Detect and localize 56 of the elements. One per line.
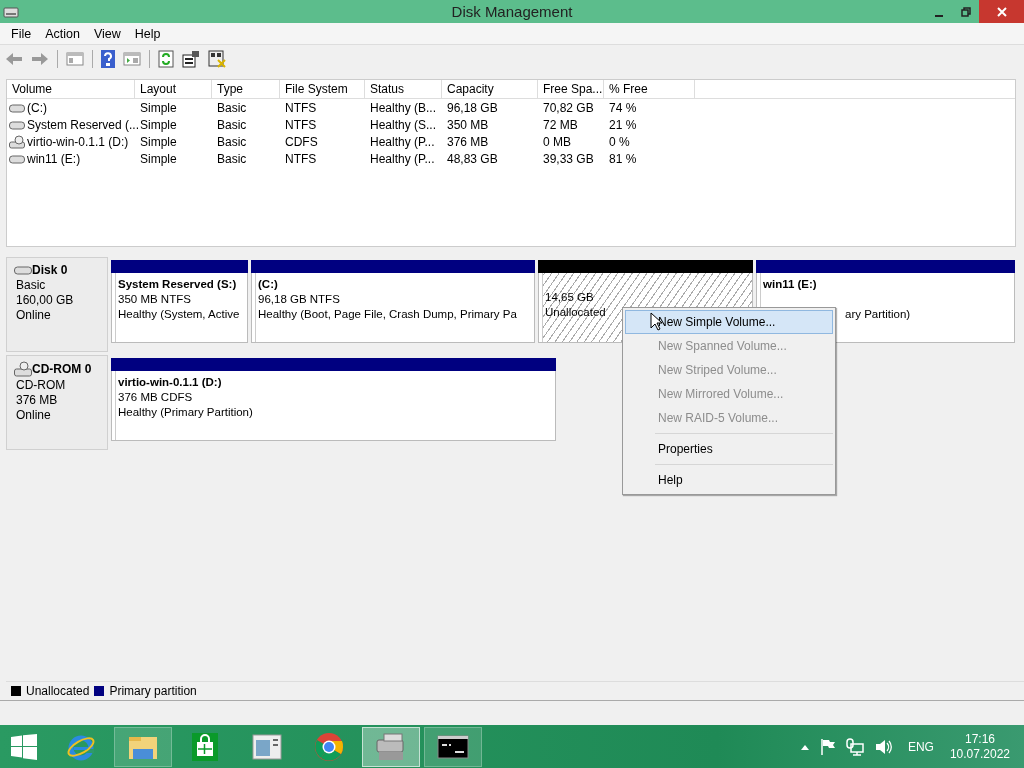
table-cell: Basic xyxy=(217,134,247,149)
table-cell: System Reserved (... xyxy=(27,117,140,132)
table-cell: Healthy (P... xyxy=(370,134,435,149)
partition-size: 376 MB CDFS xyxy=(118,390,194,405)
disk-status: Online xyxy=(16,308,52,322)
partition-status: Healthy (System, Active xyxy=(118,307,241,322)
table-cell: 81 % xyxy=(609,151,637,166)
table-cell: win11 (E:) xyxy=(27,151,81,166)
partition-size: 14,65 GB xyxy=(545,290,595,305)
table-cell: 74 % xyxy=(609,100,637,115)
disk-size: 160,00 GB xyxy=(16,293,75,307)
table-cell: Healthy (B... xyxy=(370,100,437,115)
table-cell: 376 MB xyxy=(447,134,489,149)
table-cell: NTFS xyxy=(285,117,317,132)
partition-size: 350 MB NTFS xyxy=(118,292,192,307)
partition-status: Healthy (Boot, Page File, Crash Dump, Primary Pa xyxy=(258,307,518,322)
table-cell: 39,33 GB xyxy=(543,151,594,166)
partition-status: ary Partition) xyxy=(845,307,912,322)
table-cell: Simple xyxy=(140,100,177,115)
table-cell: 350 MB xyxy=(447,117,489,132)
table-cell: virtio-win-0.1.1 (D:) xyxy=(27,134,129,149)
disk-type: Basic xyxy=(16,278,47,292)
table-cell: Healthy (P... xyxy=(370,151,435,166)
table-cell: 0 % xyxy=(609,134,630,149)
table-cell: 0 MB xyxy=(543,134,571,149)
table-cell: 72 MB xyxy=(543,117,578,132)
table-cell: CDFS xyxy=(285,134,318,149)
table-cell: Basic xyxy=(217,100,247,115)
disk-size: 376 MB xyxy=(16,393,59,407)
table-cell: Basic xyxy=(217,117,247,132)
legend-label: Primary partition xyxy=(109,684,197,698)
disk-name: Disk 0 xyxy=(32,263,68,277)
partition-size: 96,18 GB NTFS xyxy=(258,292,341,307)
disk-name: CD-ROM 0 xyxy=(32,362,92,376)
partition-status: Healthy (Primary Partition) xyxy=(118,405,254,420)
table-cell: 96,18 GB xyxy=(447,100,498,115)
legend-label: Unallocated xyxy=(26,684,90,698)
table-cell: Basic xyxy=(217,151,247,166)
table-cell: Healthy (S... xyxy=(370,117,437,132)
partition-name: (C:) xyxy=(258,277,279,292)
disk-type: CD-ROM xyxy=(16,378,67,392)
table-cell: (C:) xyxy=(27,100,47,115)
table-cell: Simple xyxy=(140,117,177,132)
table-cell: 21 % xyxy=(609,117,637,132)
table-cell: Simple xyxy=(140,151,177,166)
table-cell: NTFS xyxy=(285,100,317,115)
partition-name: virtio-win-0.1.1 (D:) xyxy=(118,375,223,390)
table-cell: 70,82 GB xyxy=(543,100,594,115)
partition-status: Unallocated xyxy=(545,305,607,320)
table-cell: 48,83 GB xyxy=(447,151,498,166)
partition-name: win11 (E:) xyxy=(763,277,818,292)
partition-name: System Reserved (S:) xyxy=(118,277,238,292)
window-title: Disk Management xyxy=(450,3,574,20)
table-cell: Simple xyxy=(140,134,177,149)
table-cell: NTFS xyxy=(285,151,317,166)
disk-status: Online xyxy=(16,408,52,422)
